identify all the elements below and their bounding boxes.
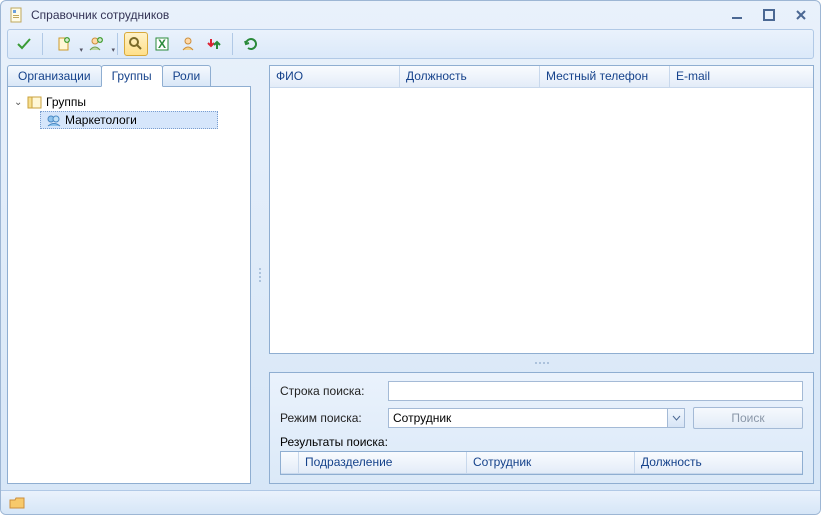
maximize-button[interactable]	[758, 7, 780, 23]
column-header-email[interactable]: E-mail	[670, 66, 813, 87]
column-header-dept[interactable]: Подразделение	[299, 452, 467, 473]
tree-item-label: Маркетологи	[65, 113, 137, 127]
search-submit-button[interactable]: Поиск	[693, 407, 803, 429]
folder-icon	[27, 94, 43, 110]
vertical-splitter[interactable]	[257, 65, 263, 484]
search-mode-value[interactable]	[388, 408, 667, 428]
app-icon	[9, 7, 25, 23]
search-mode-combo[interactable]	[388, 408, 685, 428]
tree-root-label: Группы	[46, 95, 86, 109]
tree-root[interactable]: ⌄ Группы	[12, 93, 246, 111]
separator	[42, 33, 43, 55]
results-grid-header: Подразделение Сотрудник Должность	[281, 452, 802, 474]
column-header-fio[interactable]: ФИО	[270, 66, 400, 87]
tab-groups[interactable]: Группы	[101, 65, 163, 87]
reorder-button[interactable]	[202, 32, 226, 56]
search-button[interactable]	[124, 32, 148, 56]
combo-dropdown-button[interactable]	[667, 408, 685, 428]
left-tabs: Организации Группы Роли	[7, 65, 251, 87]
user-card-button[interactable]	[176, 32, 200, 56]
export-excel-button[interactable]: X	[150, 32, 174, 56]
column-header-phone[interactable]: Местный телефон	[540, 66, 670, 87]
chevron-down-icon: ▾	[111, 46, 115, 54]
toolbar: ▾ ▾ X	[7, 29, 814, 59]
add-user-button[interactable]: ▾	[81, 32, 111, 56]
tab-roles[interactable]: Роли	[162, 65, 212, 87]
separator	[117, 33, 118, 55]
svg-text:X: X	[158, 37, 166, 51]
add-contact-button[interactable]: ▾	[49, 32, 79, 56]
grid-header: ФИО Должность Местный телефон E-mail	[270, 66, 813, 88]
folder-icon[interactable]	[9, 495, 25, 511]
search-mode-label: Режим поиска:	[280, 411, 380, 425]
column-header-employee[interactable]: Сотрудник	[467, 452, 635, 473]
right-panel: ФИО Должность Местный телефон E-mail Стр…	[269, 65, 814, 484]
grid-body[interactable]	[270, 88, 813, 353]
statusbar	[1, 490, 820, 514]
column-header-position[interactable]: Должность	[400, 66, 540, 87]
tree-pane: ⌄ Группы Маркетологи	[7, 86, 251, 484]
close-button[interactable]	[790, 7, 812, 23]
left-panel: Организации Группы Роли ⌄ Группы Маркето…	[7, 65, 251, 484]
results-label: Результаты поиска:	[280, 435, 388, 449]
separator	[232, 33, 233, 55]
tree-collapse-icon[interactable]: ⌄	[14, 97, 24, 108]
confirm-button[interactable]	[12, 32, 36, 56]
tree-item-selected[interactable]: Маркетологи	[40, 111, 218, 129]
window-title: Справочник сотрудников	[31, 8, 726, 22]
tab-organizations[interactable]: Организации	[7, 65, 102, 87]
column-header-selector[interactable]	[281, 452, 299, 473]
search-string-label: Строка поиска:	[280, 384, 380, 398]
app-window: Справочник сотрудников ▾ ▾ X Организации…	[0, 0, 821, 515]
results-grid: Подразделение Сотрудник Должность	[280, 451, 803, 475]
search-panel: Строка поиска: Режим поиска: Поиск Резул…	[269, 372, 814, 484]
titlebar: Справочник сотрудников	[1, 1, 820, 29]
minimize-button[interactable]	[726, 7, 748, 23]
refresh-button[interactable]	[239, 32, 263, 56]
content-area: Организации Группы Роли ⌄ Группы Маркето…	[1, 59, 820, 490]
search-input[interactable]	[388, 381, 803, 401]
group-icon	[46, 112, 62, 128]
employees-grid: ФИО Должность Местный телефон E-mail	[269, 65, 814, 354]
horizontal-splitter[interactable]	[269, 360, 814, 366]
column-header-pos2[interactable]: Должность	[635, 452, 802, 473]
